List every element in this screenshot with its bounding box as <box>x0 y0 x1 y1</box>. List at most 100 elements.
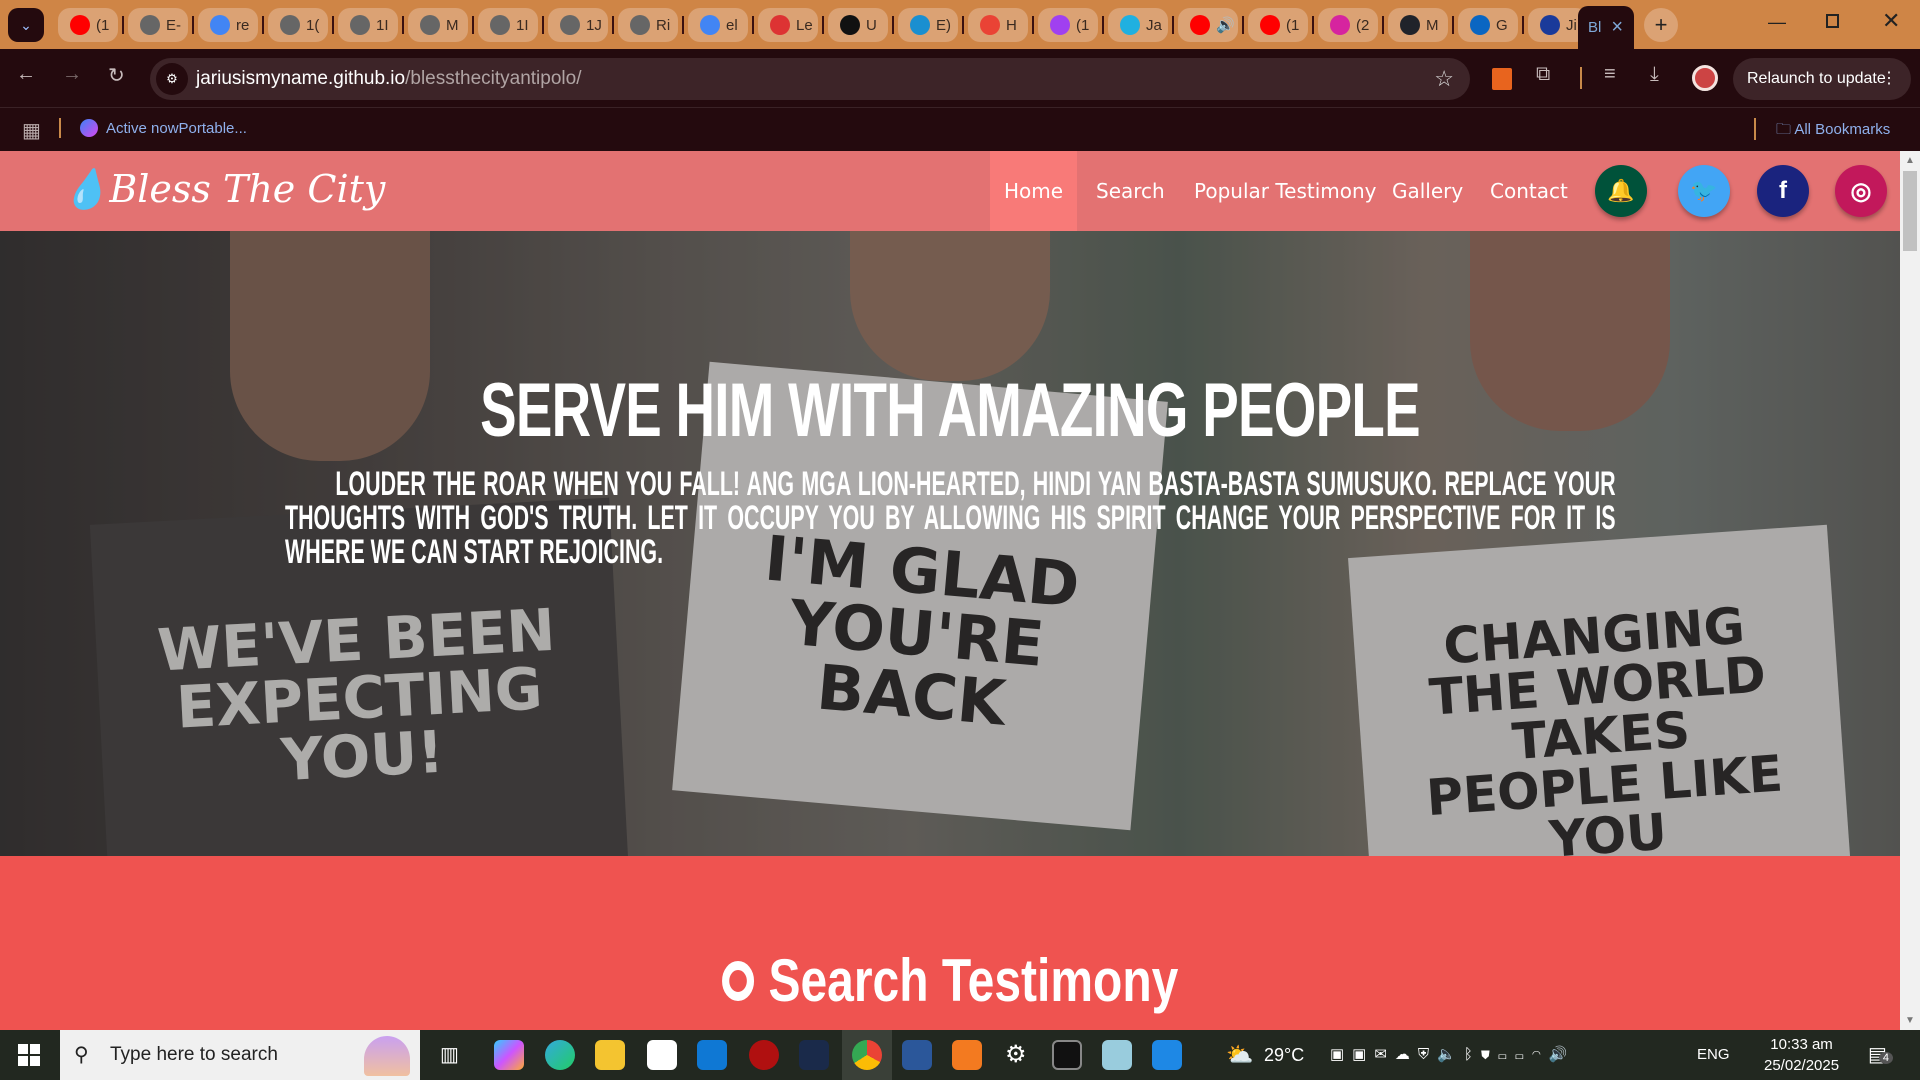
chrome-icon[interactable] <box>852 1040 882 1070</box>
back-icon[interactable]: ← <box>16 63 36 86</box>
facebook-icon[interactable]: f <box>1757 165 1809 217</box>
new-tab-button[interactable]: + <box>1644 8 1678 42</box>
copilot-icon[interactable] <box>494 1040 524 1070</box>
file-explorer-icon[interactable] <box>595 1040 625 1070</box>
tab-active[interactable]: Bl × <box>1578 6 1634 49</box>
restore-button[interactable] <box>1826 14 1839 28</box>
bookmark-active-now[interactable]: Active nowPortable... <box>80 119 247 137</box>
edge-icon[interactable] <box>545 1040 575 1070</box>
app-icon <box>770 15 790 35</box>
tab-separator <box>542 16 544 34</box>
menu-icon[interactable]: ⋮ <box>1881 58 1897 100</box>
site-logo[interactable]: 💧Bless The City <box>62 167 385 212</box>
page-scrollbar[interactable]: ▲ ▼ <box>1900 151 1920 1030</box>
globe-icon <box>560 15 580 35</box>
nav-search[interactable]: Search <box>1078 151 1183 231</box>
search-highlight-image <box>364 1036 410 1076</box>
browser-tab[interactable]: (1 <box>1248 8 1308 42</box>
tab-title: 1( <box>306 16 320 34</box>
word-icon[interactable] <box>902 1040 932 1070</box>
browser-tab[interactable]: Ja <box>1108 8 1168 42</box>
browser-tab[interactable]: re <box>198 8 258 42</box>
taskbar-search[interactable]: ⚲ Type here to search <box>60 1030 420 1080</box>
outlook-icon[interactable] <box>697 1040 727 1070</box>
all-bookmarks-button[interactable]: 🗀 All Bookmarks <box>1776 119 1890 144</box>
browser-tab[interactable]: el <box>688 8 748 42</box>
settings-icon[interactable]: ⚙ <box>1005 1030 1027 1080</box>
weather-icon[interactable]: ⛅ <box>1226 1030 1253 1080</box>
browser-tab[interactable]: (2 <box>1318 8 1378 42</box>
google-icon <box>210 15 230 35</box>
antivirus-icon[interactable] <box>749 1040 779 1070</box>
close-tab-icon[interactable]: × <box>1611 16 1623 39</box>
tab-title: E- <box>166 16 181 34</box>
tab-search-button[interactable]: ⌄ <box>8 8 44 42</box>
clock[interactable]: 10:33 am 25/02/2025 <box>1764 1034 1839 1076</box>
forward-icon[interactable]: → <box>62 63 82 86</box>
vscode-icon[interactable] <box>1152 1040 1182 1070</box>
browser-tab[interactable]: 1J <box>548 8 608 42</box>
extension-icon[interactable] <box>1492 68 1512 90</box>
notification-center[interactable]: ▤4 <box>1868 1042 1894 1067</box>
xampp-icon[interactable] <box>952 1040 982 1070</box>
tab-title: Ri <box>656 16 671 34</box>
browser-tab[interactable]: M <box>1388 8 1448 42</box>
browser-tab[interactable]: 1I <box>478 8 538 42</box>
download-icon[interactable]: ⤓ <box>1650 63 1659 86</box>
browser-tab[interactable]: U <box>828 8 888 42</box>
close-window-button[interactable]: ✕ <box>1882 8 1900 34</box>
extensions-puzzle-icon[interactable]: ⧉ <box>1536 63 1550 86</box>
minimize-button[interactable]: — <box>1768 12 1786 33</box>
browser-tab[interactable]: H <box>968 8 1028 42</box>
address-bar[interactable]: ⚙ jariusismyname.github.io/blessthecitya… <box>150 58 1470 100</box>
youtube-icon <box>70 15 90 35</box>
bookmark-star-icon[interactable]: ☆ <box>1434 66 1454 92</box>
reload-icon[interactable]: ↻ <box>108 63 125 88</box>
browser-tab[interactable]: 🔊 <box>1178 8 1238 42</box>
site-info-icon[interactable]: ⚙ <box>156 63 188 95</box>
system-tray-icons[interactable]: ▣▣✉☁⛨🔈ᛒ⛊▭▭◠🔊 <box>1330 1030 1576 1080</box>
browser-tab[interactable]: 1I <box>338 8 398 42</box>
browser-tab[interactable]: M <box>408 8 468 42</box>
nav-home[interactable]: Home <box>990 151 1077 231</box>
nav-gallery[interactable]: Gallery <box>1374 151 1481 231</box>
browser-tab[interactable]: Le <box>758 8 818 42</box>
browser-tab[interactable]: Ri <box>618 8 678 42</box>
weather-temp[interactable]: 29°C <box>1264 1030 1304 1080</box>
instagram-icon[interactable]: ◎ <box>1835 165 1887 217</box>
tab-title: G <box>1496 16 1508 34</box>
media-control-icon[interactable]: ≡ <box>1604 63 1616 86</box>
browser-tab[interactable]: (1 <box>58 8 118 42</box>
tab-title: (1 <box>1286 16 1300 34</box>
site-navbar: 💧Bless The City Home Search Popular Test… <box>0 151 1900 231</box>
start-button[interactable] <box>18 1044 40 1066</box>
scrollbar-thumb[interactable] <box>1903 171 1917 251</box>
relaunch-button[interactable]: Relaunch to update ⋮ <box>1733 58 1911 100</box>
browser-tab[interactable]: 1( <box>268 8 328 42</box>
messenger-icon <box>1050 15 1070 35</box>
language-indicator[interactable]: ENG <box>1697 1030 1730 1080</box>
vpn-icon[interactable] <box>799 1040 829 1070</box>
tab-title: U <box>866 16 877 34</box>
tab-separator <box>1102 16 1104 34</box>
store-icon[interactable] <box>647 1040 677 1070</box>
browser-tab[interactable]: G <box>1458 8 1518 42</box>
browser-tab[interactable]: E) <box>898 8 958 42</box>
apps-grid-icon[interactable]: ▦ <box>22 118 41 143</box>
globe-icon <box>140 15 160 35</box>
profile-avatar[interactable] <box>1692 65 1718 91</box>
twitter-icon[interactable]: 🐦 <box>1678 165 1730 217</box>
hero-banner: WE'VE BEEN EXPECTING YOU! I'M GLAD YOU'R… <box>0 231 1900 856</box>
tab-separator <box>682 16 684 34</box>
notepad-icon[interactable] <box>1102 1040 1132 1070</box>
drop-icon: 💧 <box>62 167 110 211</box>
browser-tab[interactable]: (1 <box>1038 8 1098 42</box>
bell-icon[interactable]: 🔔 <box>1595 165 1647 217</box>
nav-popular-testimony[interactable]: Popular Testimony <box>1176 151 1395 231</box>
react-icon <box>1400 15 1420 35</box>
browser-tab[interactable]: E- <box>128 8 188 42</box>
nav-contact[interactable]: Contact <box>1472 151 1586 231</box>
terminal-icon[interactable] <box>1052 1040 1082 1070</box>
folder-icon: 🗀 <box>1776 121 1795 138</box>
task-view-icon[interactable]: ▥ <box>440 1030 459 1080</box>
